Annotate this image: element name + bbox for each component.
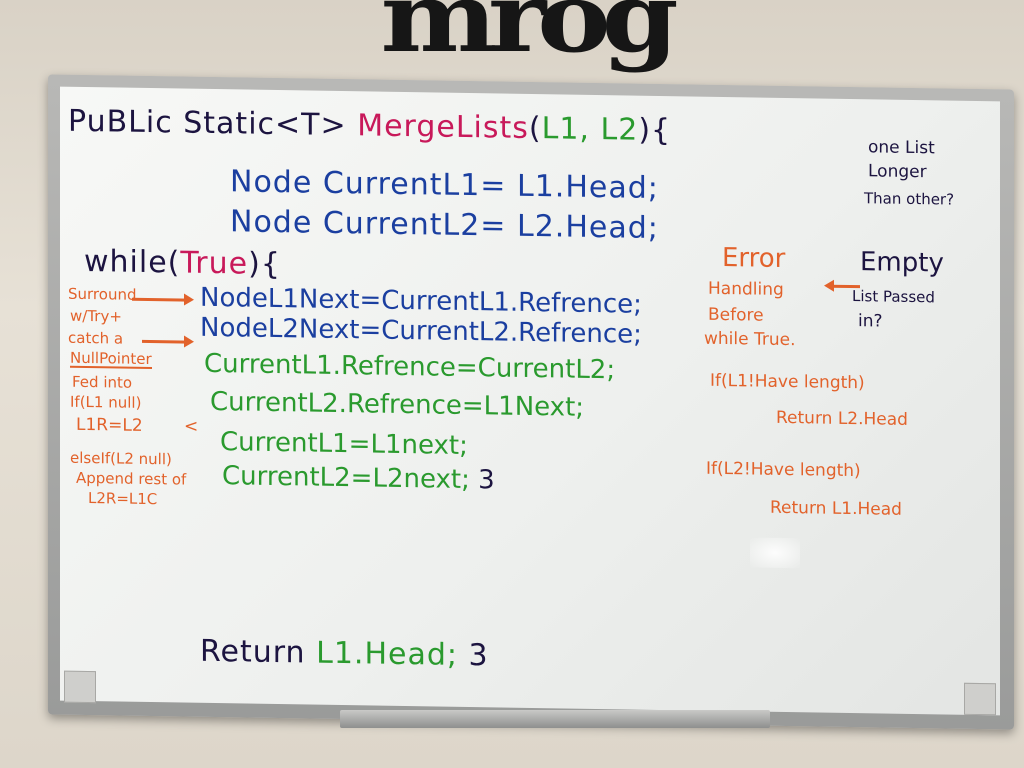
code-l2-next: NodeL2Next=CurrentL2.Refrence;: [200, 312, 642, 350]
while-true: True: [180, 245, 249, 282]
code-while: while(True){: [84, 243, 281, 283]
code-cur-l2: CurrentL2=L2next; 3: [222, 461, 495, 496]
return-value: L1.Head;: [316, 635, 458, 673]
whiteboard-frame: PuBLic Static<T> MergeLists(L1, L2){ Nod…: [48, 74, 1014, 730]
whiteboard: PuBLic Static<T> MergeLists(L1, L2){ Nod…: [60, 86, 1000, 716]
arrow-right-icon: [132, 297, 188, 302]
return-keyword: Return: [200, 633, 306, 671]
note-handling: Handling: [708, 278, 784, 300]
note-catch: catch a: [68, 328, 124, 348]
code-l1-ref: CurrentL1.Refrence=CurrentL2;: [204, 348, 616, 386]
note-surround: Surround: [68, 284, 137, 304]
code-node-l2: Node CurrentL2= L2.Head;: [230, 204, 659, 247]
note-elseif: elseIf(L2 null): [70, 448, 172, 469]
wall-letters: mrog: [380, 0, 678, 74]
note-try: w/Try+: [70, 306, 122, 326]
note-return-l2: Return L2.Head: [776, 407, 908, 430]
corner-bracket: [64, 670, 96, 704]
loop-close: 3: [478, 465, 495, 496]
signature-method: MergeLists: [357, 108, 529, 146]
code-l2-ref: CurrentL2.Refrence=L1Next;: [210, 386, 585, 423]
marker-tray: [340, 710, 770, 728]
signature-open: (: [528, 110, 542, 147]
less-than-mark-icon: <: [184, 416, 199, 437]
note-l2-eq: L2R=L1C: [88, 489, 158, 509]
signature-close: ){: [638, 112, 672, 149]
code-node-l2-text: Node CurrentL2= L2.Head;: [230, 204, 659, 247]
code-node-l1: Node CurrentL1= L1.Head;: [230, 164, 659, 207]
note-return-l1: Return L1.Head: [770, 497, 902, 520]
note-if-l1-length: If(L1!Have length): [710, 370, 865, 394]
signature-params: L1, L2: [541, 111, 639, 148]
note-than-other: Than other?: [864, 189, 955, 209]
note-while-true: while True.: [704, 328, 796, 351]
note-nullpointer: NullPointer: [70, 348, 152, 370]
while-close: ){: [248, 246, 281, 283]
light-glare: [750, 537, 800, 569]
note-append: Append rest of: [76, 468, 187, 489]
signature-generic: <T>: [275, 106, 347, 144]
note-error: Error: [722, 243, 786, 274]
arrow-left-icon: [830, 284, 860, 289]
while-keyword: while(: [84, 243, 181, 281]
signature-line: PuBLic Static<T> MergeLists(L1, L2){: [68, 103, 672, 149]
corner-bracket: [964, 682, 996, 716]
note-empty: Empty: [860, 247, 944, 279]
code-return: Return L1.Head; 3: [200, 633, 489, 674]
note-one-list: one List: [868, 137, 935, 159]
code-cur-l1: CurrentL1=L1next;: [220, 427, 468, 462]
signature-public-static: PuBLic Static: [68, 103, 276, 142]
note-if-l1: If(L1 null): [70, 392, 142, 412]
arrow-right-icon: [142, 339, 188, 344]
code-cur-l2-text: CurrentL2=L2next;: [222, 461, 470, 496]
note-list-passed: List Passed: [852, 287, 935, 307]
note-in: in?: [858, 311, 883, 332]
note-before: Before: [708, 304, 764, 326]
note-l1-eq: L1R=L2: [76, 414, 143, 436]
method-close: 3: [468, 638, 489, 674]
note-longer: Longer: [868, 161, 927, 183]
code-l1-next: NodeL1Next=CurrentL1.Refrence;: [200, 282, 642, 320]
code-node-l1-text: Node CurrentL1= L1.Head;: [230, 164, 659, 207]
note-fedinto: Fed into: [72, 372, 133, 392]
note-if-l2-length: If(L2!Have length): [706, 458, 861, 482]
